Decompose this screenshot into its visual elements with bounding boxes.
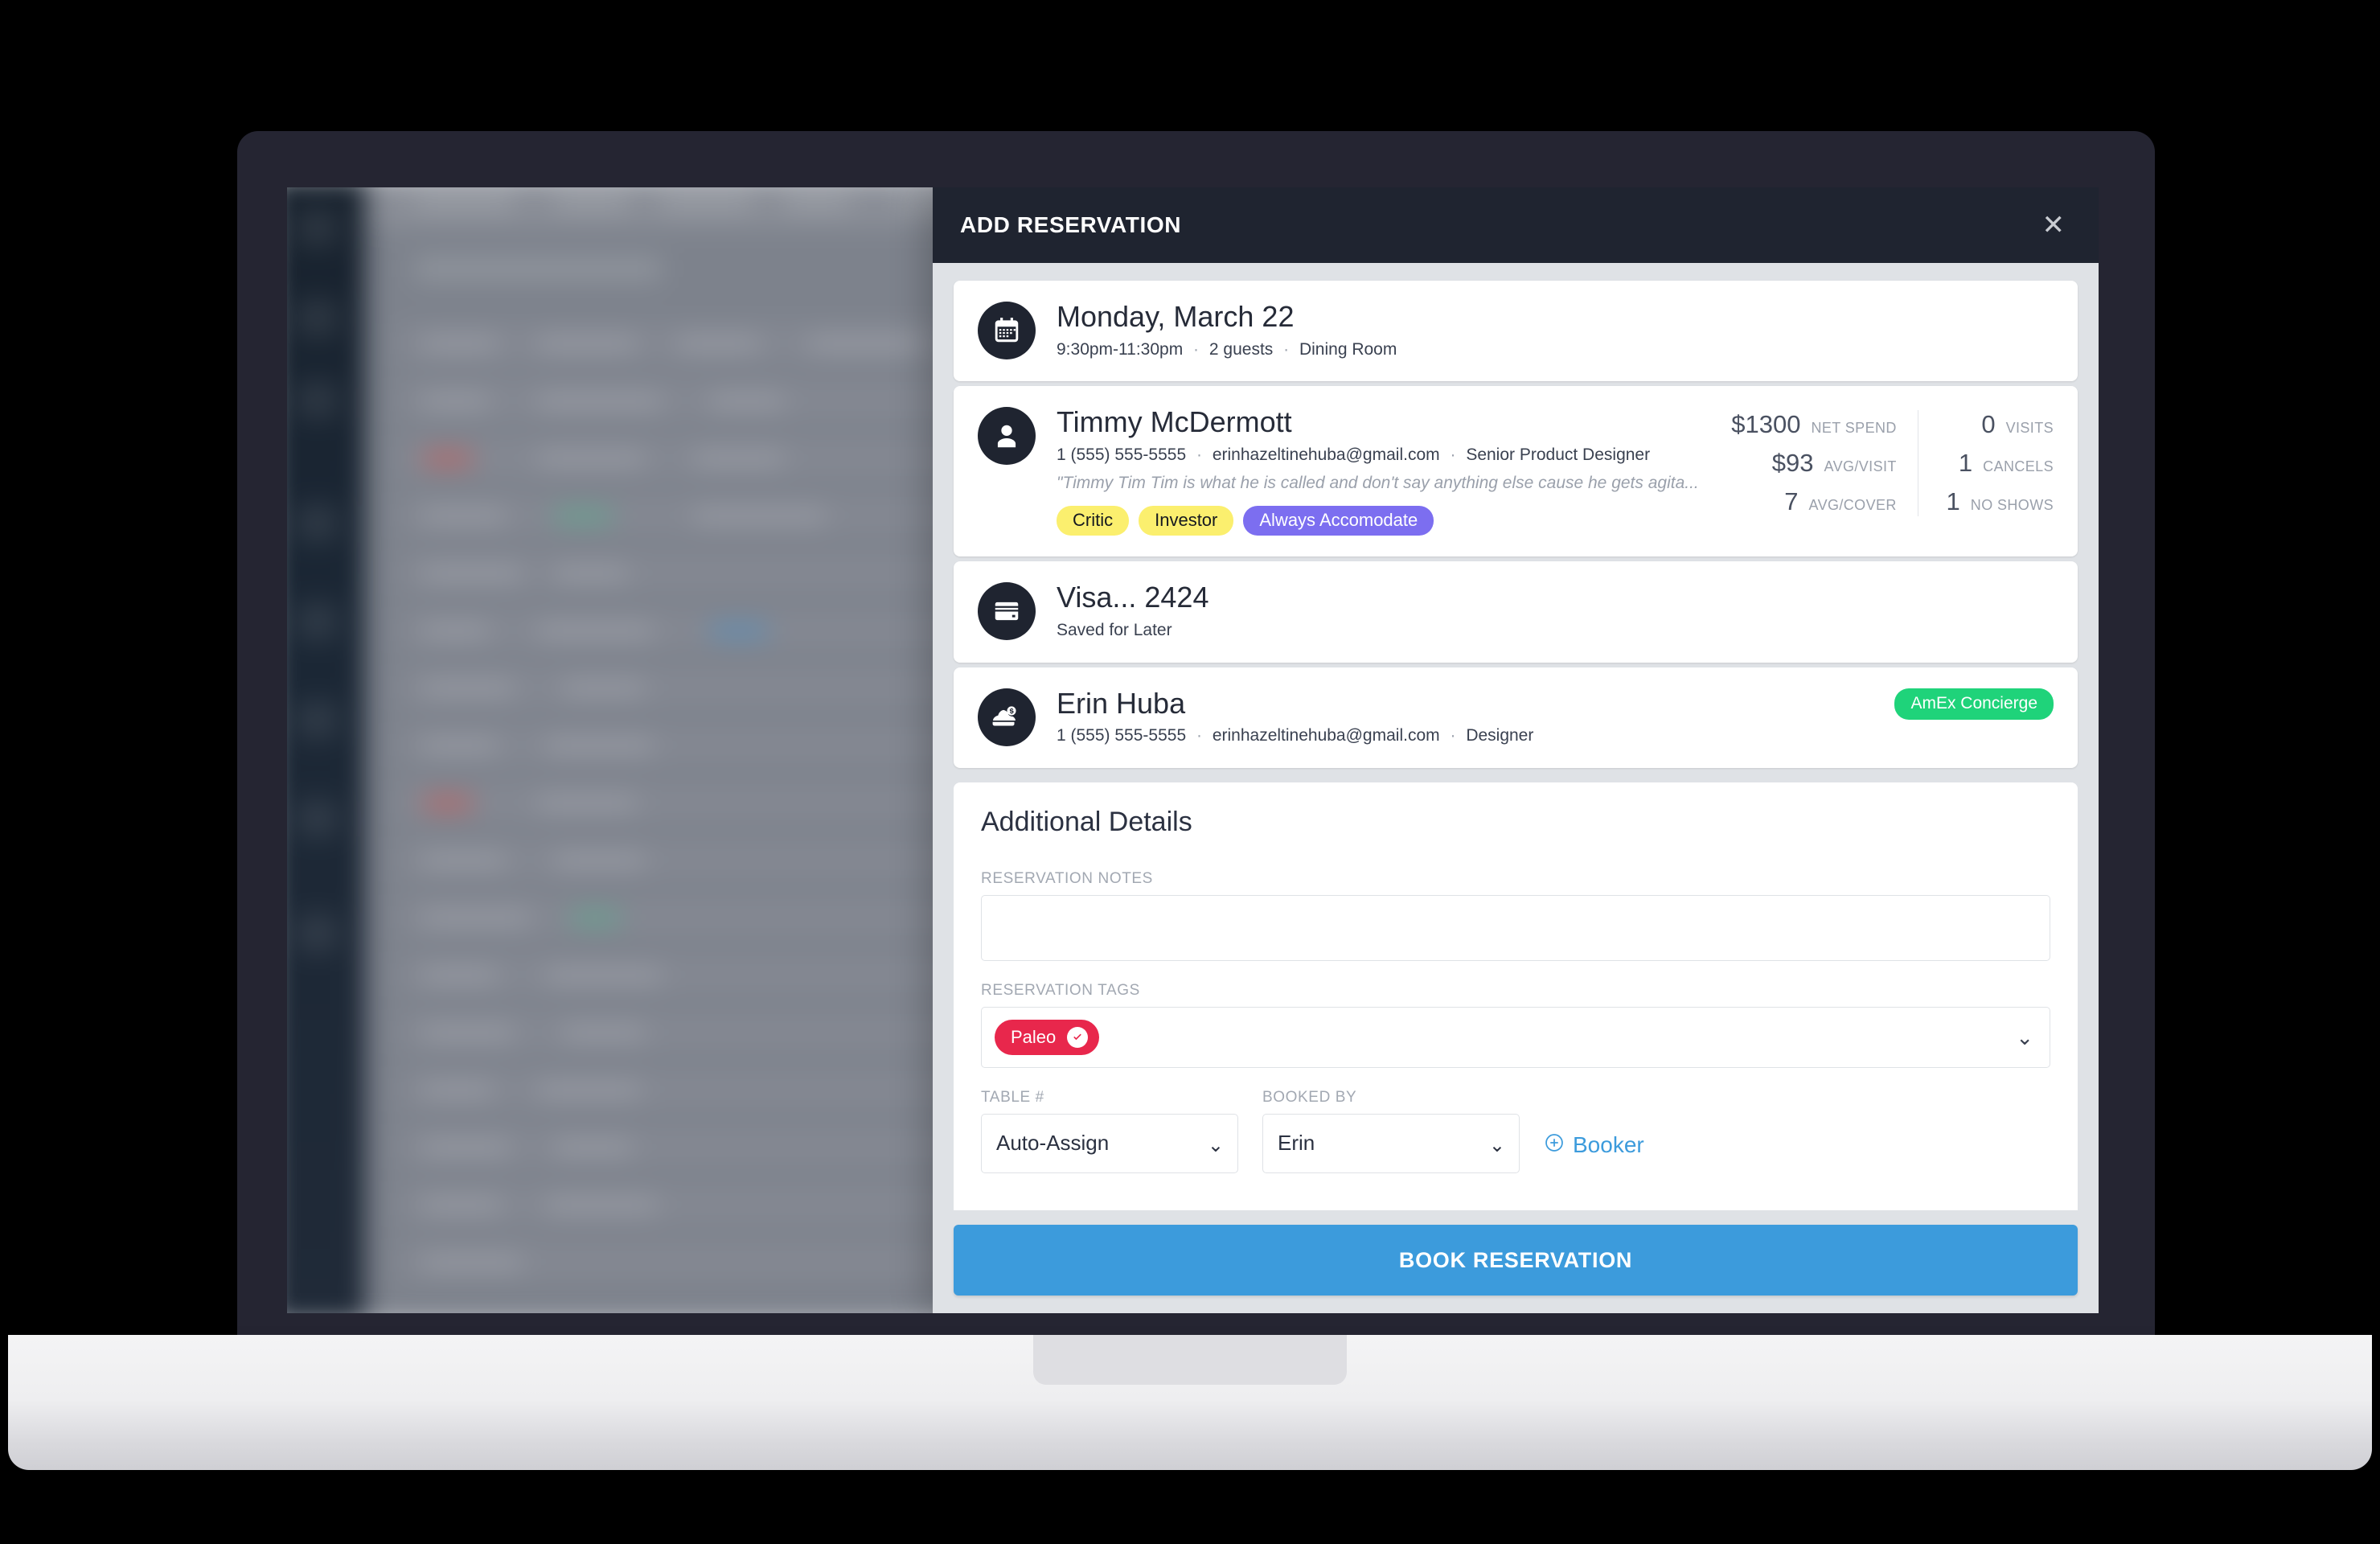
additional-details-heading: Additional Details bbox=[981, 806, 1192, 837]
guest-tag[interactable]: Always Accomodate bbox=[1243, 506, 1434, 536]
payment-card-number: Visa... 2424 bbox=[1057, 581, 1209, 614]
guest-email: erinhazeltinehuba@gmail.com bbox=[1212, 446, 1440, 465]
booked-by-select[interactable]: Erin bbox=[1262, 1113, 1520, 1173]
stat-label: NET SPEND bbox=[1811, 420, 1897, 437]
meta-separator: · bbox=[1193, 339, 1200, 359]
guest-note: "Timmy Tim Tim is what he is called and … bbox=[1057, 474, 1699, 493]
additional-details-panel: Additional Details RESERVATION NOTES RES… bbox=[954, 782, 2078, 1210]
stat-value: 7 bbox=[1784, 487, 1799, 516]
background-sidebar bbox=[287, 187, 366, 1313]
table-number-label: TABLE # bbox=[981, 1088, 1044, 1106]
reservation-tag-pill[interactable]: Paleo bbox=[995, 1019, 1100, 1055]
guest-name: Timmy McDermott bbox=[1057, 405, 1292, 439]
add-booker-label: Booker bbox=[1573, 1132, 1644, 1158]
guest-tag[interactable]: Investor bbox=[1139, 506, 1234, 536]
stat-value: $93 bbox=[1771, 449, 1814, 478]
stat-label: NO SHOWS bbox=[1970, 497, 2054, 514]
reservation-notes-input[interactable] bbox=[981, 894, 2050, 961]
stat-label: AVG/VISIT bbox=[1824, 458, 1897, 475]
reservation-meta: 9:30pm-11:30pm · 2 guests · Dining Room bbox=[1057, 339, 2054, 360]
reservation-tags-input[interactable]: Paleo ⌄ bbox=[981, 1006, 2050, 1068]
meta-separator: · bbox=[1450, 446, 1456, 465]
stat-value: $1300 bbox=[1731, 410, 1801, 439]
book-reservation-button[interactable]: BOOK RESERVATION bbox=[954, 1225, 2078, 1296]
guest-phone: 1 (555) 555-5555 bbox=[1057, 446, 1187, 465]
guest-title: Senior Product Designer bbox=[1466, 446, 1651, 465]
meta-separator: · bbox=[1196, 726, 1202, 745]
guest-stats-right: 0 VISITS 1 CANCELS 1 NO SHOWS bbox=[1918, 410, 2054, 516]
meta-separator: · bbox=[1196, 446, 1202, 465]
person-icon bbox=[978, 407, 1036, 466]
booked-by-value: Erin bbox=[1278, 1131, 1315, 1156]
stat-value: 0 bbox=[1981, 410, 1996, 439]
stat-item: $1300 NET SPEND bbox=[1730, 410, 1897, 439]
guest-tag[interactable]: Critic bbox=[1057, 506, 1130, 536]
payment-status: Saved for Later bbox=[1057, 621, 1172, 640]
add-reservation-modal: ADD RESERVATION ✕ Monday, March 22 9:30p… bbox=[933, 187, 2099, 1313]
close-icon[interactable]: ✕ bbox=[2036, 208, 2072, 242]
meta-separator: · bbox=[1450, 726, 1456, 745]
reservation-area: Dining Room bbox=[1299, 339, 1397, 359]
payment-card[interactable]: Visa... 2424 Saved for Later bbox=[954, 561, 2078, 663]
reservation-notes-label: RESERVATION NOTES bbox=[981, 869, 1153, 887]
stat-item: 1 CANCELS bbox=[1939, 449, 2054, 478]
reservation-date: Monday, March 22 bbox=[1057, 300, 1295, 333]
meta-separator: · bbox=[1283, 339, 1290, 359]
laptop-screen: ADD RESERVATION ✕ Monday, March 22 9:30p… bbox=[287, 187, 2099, 1313]
table-number-field: TABLE # Auto-Assign ⌄ bbox=[981, 1089, 1238, 1173]
field-spacer bbox=[981, 961, 2050, 982]
booked-by-field: BOOKED BY Erin ⌄ bbox=[1262, 1089, 1520, 1173]
guest-contact: 1 (555) 555-5555 · erinhazeltinehuba@gma… bbox=[1057, 444, 1713, 466]
table-number-value: Auto-Assign bbox=[996, 1131, 1110, 1156]
laptop-base bbox=[8, 1335, 2372, 1470]
guest-stats-left: $1300 NET SPEND $93 AVG/VISIT 7 AVG/COVE… bbox=[1730, 410, 1918, 517]
booker-card[interactable]: Erin Huba 1 (555) 555-5555 · erinhazelti… bbox=[954, 667, 2078, 768]
booker-phone: 1 (555) 555-5555 bbox=[1057, 726, 1187, 745]
booker-contact: 1 (555) 555-5555 · erinhazeltinehuba@gma… bbox=[1057, 725, 2054, 746]
stat-value: 1 bbox=[1946, 487, 1960, 516]
plus-circle-icon bbox=[1544, 1132, 1565, 1159]
stat-label: CANCELS bbox=[1983, 458, 2054, 475]
details-bottom-row: TABLE # Auto-Assign ⌄ BOOKED BY Erin ⌄ B… bbox=[981, 1089, 2050, 1173]
reservation-tags-label: RESERVATION TAGS bbox=[981, 981, 1140, 999]
stat-label: AVG/COVER bbox=[1808, 497, 1897, 514]
stat-item: 0 VISITS bbox=[1939, 410, 2054, 439]
modal-header: ADD RESERVATION ✕ bbox=[933, 187, 2099, 263]
stat-item: 1 NO SHOWS bbox=[1939, 487, 2054, 516]
guest-stats: $1300 NET SPEND $93 AVG/VISIT 7 AVG/COVE… bbox=[1730, 407, 2054, 536]
page-title: ADD RESERVATION bbox=[960, 212, 1182, 237]
stat-item: 7 AVG/COVER bbox=[1730, 487, 1897, 516]
concierge-icon bbox=[978, 688, 1036, 746]
table-number-select[interactable]: Auto-Assign bbox=[981, 1113, 1238, 1173]
check-circle-icon bbox=[1067, 1026, 1089, 1048]
reservation-tag-label: Paleo bbox=[1011, 1026, 1057, 1047]
add-booker-button[interactable]: Booker bbox=[1544, 1132, 1644, 1173]
modal-body: Monday, March 22 9:30pm-11:30pm · 2 gues… bbox=[933, 263, 2099, 1313]
modal-footer: BOOK RESERVATION bbox=[933, 1210, 2099, 1313]
guest-content: Timmy McDermott 1 (555) 555-5555 · erinh… bbox=[1057, 405, 1713, 536]
reservation-time: 9:30pm-11:30pm bbox=[1057, 339, 1184, 359]
credit-card-icon bbox=[978, 582, 1036, 641]
booked-by-label: BOOKED BY bbox=[1262, 1088, 1357, 1106]
reservation-summary-content: Monday, March 22 9:30pm-11:30pm · 2 gues… bbox=[1057, 300, 2054, 360]
booker-title: Designer bbox=[1466, 726, 1534, 745]
payment-content: Visa... 2424 Saved for Later bbox=[1057, 581, 2054, 641]
stat-value: 1 bbox=[1958, 449, 1973, 478]
reservation-summary-card[interactable]: Monday, March 22 9:30pm-11:30pm · 2 gues… bbox=[954, 281, 2078, 382]
chevron-down-icon[interactable]: ⌄ bbox=[2016, 1027, 2033, 1048]
guest-tag-list: Critic Investor Always Accomodate bbox=[1057, 506, 1713, 536]
guest-card[interactable]: Timmy McDermott 1 (555) 555-5555 · erinh… bbox=[954, 386, 2078, 557]
calendar-icon bbox=[978, 302, 1036, 359]
status-badge: AmEx Concierge bbox=[1894, 688, 2054, 720]
screenshot-stage: ADD RESERVATION ✕ Monday, March 22 9:30p… bbox=[0, 0, 2380, 1544]
booker-email: erinhazeltinehuba@gmail.com bbox=[1212, 726, 1440, 745]
reservation-guests: 2 guests bbox=[1208, 339, 1274, 359]
stat-label: VISITS bbox=[2005, 420, 2054, 437]
stat-item: $93 AVG/VISIT bbox=[1730, 449, 1897, 478]
